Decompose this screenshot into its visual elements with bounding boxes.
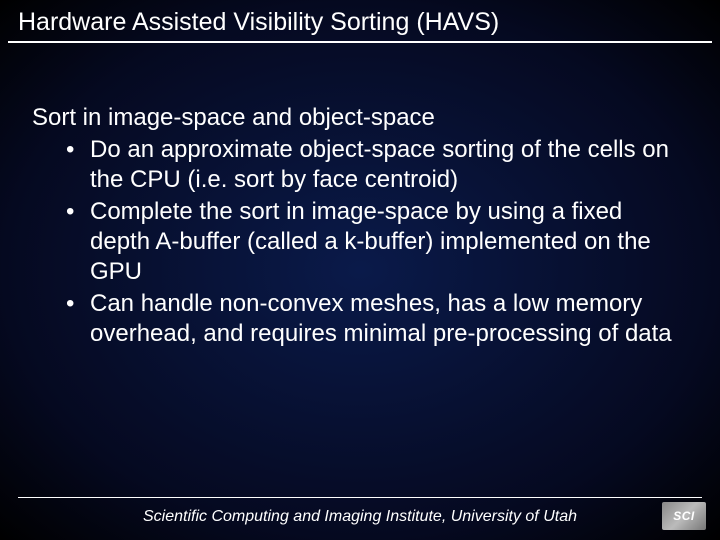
bullet-list: Do an approximate object-space sorting o… xyxy=(32,135,688,349)
bullet-item: Do an approximate object-space sorting o… xyxy=(66,135,688,195)
footer-rule xyxy=(18,497,702,498)
bullet-item: Complete the sort in image-space by usin… xyxy=(66,197,688,287)
lead-text: Sort in image-space and object-space xyxy=(32,103,688,133)
slide-title: Hardware Assisted Visibility Sorting (HA… xyxy=(8,0,712,43)
sci-logo-icon: SCI xyxy=(662,502,706,530)
bullet-item: Can handle non-convex meshes, has a low … xyxy=(66,289,688,349)
footer-text: Scientific Computing and Imaging Institu… xyxy=(0,508,720,526)
slide-body: Sort in image-space and object-space Do … xyxy=(0,43,720,349)
